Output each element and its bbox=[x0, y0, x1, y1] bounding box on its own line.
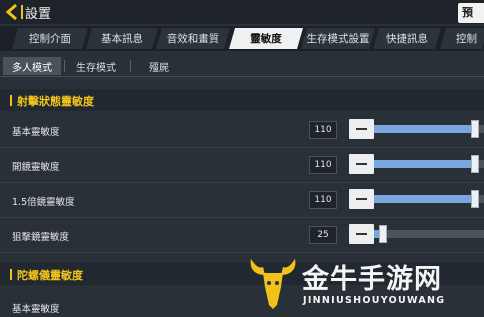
decrease-button[interactable] bbox=[349, 119, 374, 139]
tab-quick-messages[interactable]: 快捷訊息 bbox=[373, 28, 441, 49]
decrease-button[interactable] bbox=[349, 224, 374, 244]
watermark-english-text: JINNIUSHOUYOUWANG bbox=[303, 295, 446, 306]
sensitivity-value-input[interactable]: 110 bbox=[309, 121, 337, 139]
slider-thumb[interactable] bbox=[471, 120, 479, 138]
sensitivity-value-input[interactable]: 25 bbox=[309, 226, 337, 244]
slider-thumb[interactable] bbox=[379, 225, 387, 243]
top-bar: 設置 預 bbox=[0, 0, 484, 24]
minus-icon bbox=[356, 163, 367, 165]
subtab-divider bbox=[64, 60, 65, 72]
slider-fill bbox=[374, 125, 475, 133]
minus-icon bbox=[356, 198, 367, 200]
sensitivity-value-input[interactable]: 110 bbox=[309, 156, 337, 174]
decrease-button[interactable] bbox=[349, 154, 374, 174]
setting-label: 1.5倍鏡靈敏度 bbox=[12, 197, 75, 208]
page-title: 設置 bbox=[25, 7, 52, 22]
section-accent-bar bbox=[10, 95, 12, 106]
setting-label: 基本靈敏度 bbox=[12, 304, 60, 315]
section-accent-bar bbox=[10, 269, 12, 280]
main-tab-bar: 控制介面 基本訊息 音效和畫質 靈敏度 生存模式設置 快捷訊息 控制 bbox=[0, 26, 484, 51]
tab-survival-settings[interactable]: 生存模式設置 bbox=[301, 28, 375, 49]
subtab-divider bbox=[130, 60, 131, 72]
setting-label: 狙擊鏡靈敏度 bbox=[12, 232, 70, 243]
section-header-firing: 射擊狀態靈敏度 bbox=[0, 89, 484, 111]
subtab-zombie[interactable]: 殭屍 bbox=[132, 57, 186, 75]
minus-icon bbox=[356, 128, 367, 130]
sub-tab-bar: 多人模式 生存模式 殭屍 bbox=[0, 55, 484, 77]
tab-basic-info[interactable]: 基本訊息 bbox=[86, 28, 158, 49]
site-watermark: 金牛手游网 JINNIUSHOUYOUWANG bbox=[247, 253, 484, 317]
tab-sensitivity[interactable]: 靈敏度 bbox=[229, 28, 303, 49]
subtab-survival[interactable]: 生存模式 bbox=[66, 57, 126, 75]
preset-button[interactable]: 預 bbox=[458, 3, 484, 23]
sensitivity-value-input[interactable]: 110 bbox=[309, 191, 337, 209]
chevron-left-icon bbox=[5, 3, 17, 21]
tab-controls[interactable]: 控制 bbox=[440, 28, 484, 49]
sensitivity-slider[interactable] bbox=[374, 120, 484, 138]
decrease-button[interactable] bbox=[349, 189, 374, 209]
sensitivity-slider[interactable] bbox=[374, 190, 484, 208]
back-button[interactable] bbox=[3, 2, 20, 22]
sensitivity-slider[interactable] bbox=[374, 155, 484, 173]
setting-row: 開鏡靈敏度 110 bbox=[0, 148, 484, 183]
setting-row: 1.5倍鏡靈敏度 110 bbox=[0, 183, 484, 218]
setting-label: 開鏡靈敏度 bbox=[12, 162, 60, 173]
slider-fill bbox=[374, 195, 475, 203]
subtab-multiplayer[interactable]: 多人模式 bbox=[3, 57, 61, 75]
setting-row: 基本靈敏度 110 bbox=[0, 113, 484, 148]
minus-icon bbox=[356, 233, 367, 235]
tab-control-ui[interactable]: 控制介面 bbox=[12, 28, 88, 49]
slider-fill bbox=[374, 160, 475, 168]
tab-audio-graphics[interactable]: 音效和畫質 bbox=[156, 28, 230, 49]
section-title: 射擊狀態靈敏度 bbox=[17, 95, 94, 108]
bull-head-logo-icon bbox=[250, 259, 296, 309]
watermark-chinese-text: 金牛手游网 bbox=[302, 264, 442, 295]
section-title: 陀螺儀靈敏度 bbox=[17, 269, 83, 282]
title-accent-bar bbox=[21, 5, 23, 19]
slider-thumb[interactable] bbox=[471, 155, 479, 173]
setting-label: 基本靈敏度 bbox=[12, 127, 60, 138]
sensitivity-slider[interactable] bbox=[374, 225, 484, 243]
setting-row: 狙擊鏡靈敏度 25 bbox=[0, 218, 484, 253]
slider-thumb[interactable] bbox=[471, 190, 479, 208]
